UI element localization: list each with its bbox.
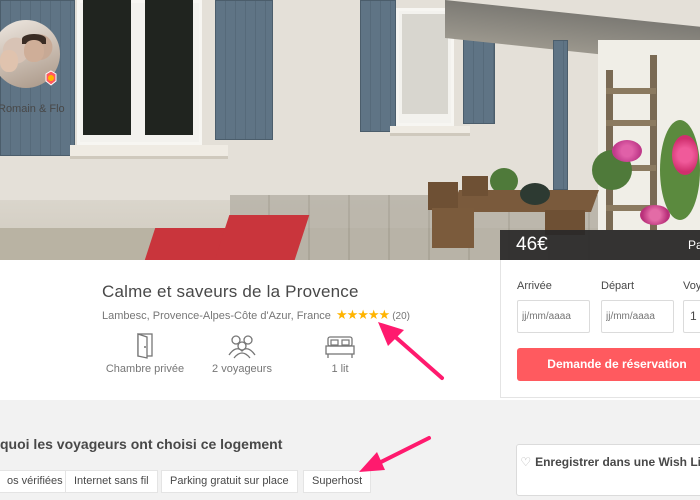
price-badge: 46€ Pa: [500, 230, 700, 260]
red-deckchair: [214, 215, 310, 260]
departure-label: Départ: [601, 280, 635, 292]
review-count[interactable]: (20): [392, 311, 410, 322]
nightly-price: 46€: [516, 234, 548, 255]
feature-tag: Parking gratuit sur place: [161, 470, 298, 493]
feature-tag: Internet sans fil: [65, 470, 158, 493]
request-booking-button[interactable]: Demande de réservation: [517, 348, 700, 381]
save-to-wishlist-button[interactable]: ♡ Enregistrer dans une Wish List: [516, 444, 700, 496]
shutter: [360, 0, 396, 132]
guests-label: Voy: [683, 280, 700, 292]
departure-date-input[interactable]: [601, 300, 674, 333]
amenity-guests: 2 voyageurs: [200, 333, 284, 375]
amenity-label: 2 voyageurs: [212, 363, 272, 375]
feature-tag: os vérifiées: [0, 470, 72, 493]
amenity-label: Chambre privée: [105, 363, 185, 375]
arrival-date-input[interactable]: [517, 300, 590, 333]
door-icon: [137, 333, 153, 359]
guests-select[interactable]: 1: [683, 300, 700, 333]
booking-panel: Arrivée Départ Voy 1 Demande de réservat…: [500, 260, 700, 398]
listing-location[interactable]: Lambesc, Provence-Alpes-Côte d'Azur, Fra…: [102, 310, 331, 322]
heart-icon: ♡: [520, 455, 532, 469]
guests-icon: [228, 335, 256, 359]
wishlist-label: Enregistrer dans une Wish List: [535, 455, 700, 469]
host-name[interactable]: Romain & Flo: [0, 103, 65, 115]
price-suffix: Pa: [688, 238, 700, 252]
listing-page: 46€ Pa Romain & Flo Calme et saveurs de …: [0, 0, 700, 500]
listing-title: Calme et saveurs de la Provence: [102, 282, 359, 301]
shutter: [215, 0, 273, 140]
superhost-medal-icon: [45, 70, 57, 86]
listing-summary: [0, 260, 500, 400]
feature-tag: Superhost: [303, 470, 372, 493]
listing-photo[interactable]: 46€ Pa: [0, 0, 700, 260]
why-chosen-title: quoi les voyageurs ont choisi ce logemen…: [0, 436, 283, 452]
star-rating[interactable]: ★★★★★: [336, 307, 390, 322]
amenity-room-type: Chambre privée: [100, 333, 190, 375]
bed-icon: [325, 336, 355, 358]
amenity-beds: 1 lit: [300, 333, 380, 375]
listing-location-row: Lambesc, Provence-Alpes-Côte d'Azur, Fra…: [102, 307, 410, 323]
amenity-label: 1 lit: [331, 363, 349, 375]
arrival-label: Arrivée: [517, 280, 552, 292]
